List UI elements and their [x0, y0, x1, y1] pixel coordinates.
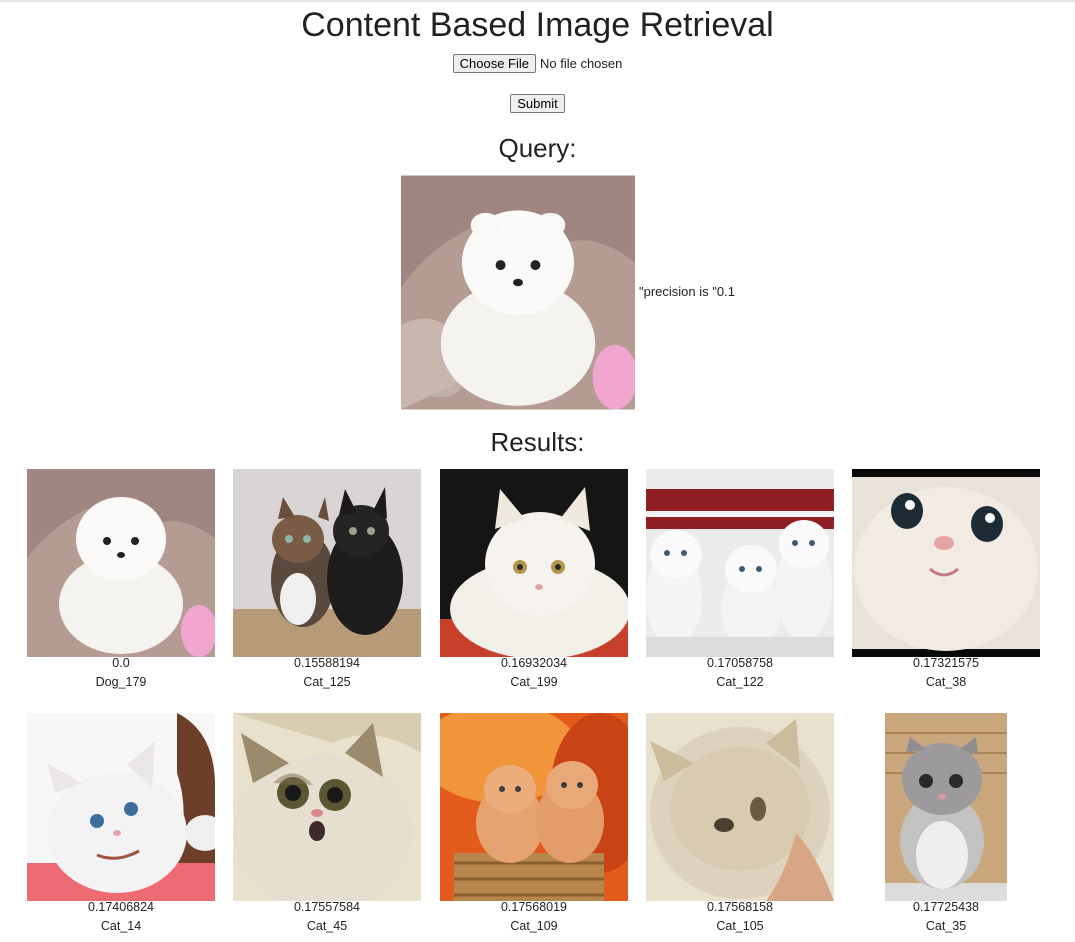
result-label: Cat_38	[925, 675, 967, 689]
result-item: 0.17557584 Cat_45	[233, 898, 421, 936]
result-label: Cat_125	[303, 675, 351, 689]
result-distance: 0.17557584	[293, 900, 361, 914]
result-item: 0.17321575 Cat_38	[852, 654, 1040, 692]
result-image-cat-105	[646, 713, 834, 901]
result-distance: 0.17725438	[912, 900, 980, 914]
precision-text: "precision is "0.1	[639, 284, 735, 299]
result-label: Cat_35	[925, 919, 967, 933]
result-image-dog-179	[27, 469, 215, 657]
result-image-cat-14	[27, 713, 215, 901]
query-image	[401, 175, 635, 410]
result-label: Cat_14	[100, 919, 142, 933]
query-heading: Query:	[498, 133, 577, 163]
file-upload: Choose File No file chosen	[0, 54, 1075, 73]
result-item: 0.0 Dog_179	[27, 654, 215, 692]
result-image-cat-38	[852, 469, 1040, 657]
result-distance: 0.17568019	[500, 900, 568, 914]
result-image-cat-199	[440, 469, 628, 657]
result-image-cat-109	[440, 713, 628, 901]
result-item: 0.17568019 Cat_109	[440, 898, 628, 936]
result-item: 0.17568158 Cat_105	[646, 898, 834, 936]
result-item: 0.15588194 Cat_125	[233, 654, 421, 692]
result-label: Cat_122	[716, 675, 764, 689]
page-title: Content Based Image Retrieval	[301, 6, 774, 44]
result-distance: 0.16932034	[500, 656, 568, 670]
result-image-cat-35	[852, 713, 1040, 901]
results-heading: Results:	[490, 427, 585, 457]
file-status: No file chosen	[539, 56, 623, 71]
submit-row: Submit	[0, 94, 1075, 113]
result-label: Cat_45	[306, 919, 348, 933]
result-item: 0.16932034 Cat_199	[440, 654, 628, 692]
result-label: Cat_109	[510, 919, 558, 933]
result-image-cat-125	[233, 469, 421, 657]
choose-file-button[interactable]: Choose File	[452, 54, 536, 73]
submit-button[interactable]: Submit	[510, 94, 565, 113]
result-label: Dog_179	[95, 675, 147, 689]
result-label: Cat_105	[716, 919, 764, 933]
result-distance: 0.17321575	[912, 656, 980, 670]
result-distance: 0.17568158	[706, 900, 774, 914]
result-image-cat-45	[233, 713, 421, 901]
result-distance: 0.0	[112, 656, 130, 670]
result-label: Cat_199	[510, 675, 558, 689]
result-item: 0.17406824 Cat_14	[27, 898, 215, 936]
result-distance: 0.17058758	[706, 656, 774, 670]
result-image-cat-122	[646, 469, 834, 657]
result-item: 0.17725438 Cat_35	[852, 898, 1040, 936]
result-item: 0.17058758 Cat_122	[646, 654, 834, 692]
result-distance: 0.17406824	[87, 900, 155, 914]
result-distance: 0.15588194	[293, 656, 361, 670]
